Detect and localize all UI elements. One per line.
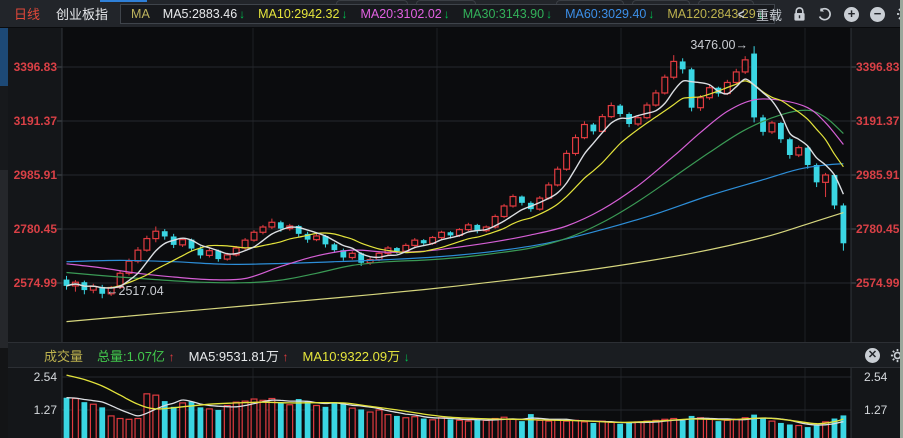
ma30-value: MA30:3143.90 ↓ <box>463 7 552 21</box>
left-edge-panel <box>0 28 8 86</box>
volume-axis-label: 1.27 <box>0 402 57 418</box>
price-axis-label: 2985.91 <box>0 167 57 183</box>
ma60-value: MA60:3029.40 ↓ <box>565 7 654 21</box>
ghost-tab <box>336 0 408 4</box>
volume-ma10: MA10:9322.09万 ↓ <box>303 346 410 365</box>
price-axis-label: 3191.37 <box>856 113 899 129</box>
left-edge-panel <box>0 348 8 438</box>
lock-icon[interactable] <box>793 7 806 22</box>
price-axis-label: 2780.45 <box>856 221 899 237</box>
volume-title: 成交量 <box>44 346 83 365</box>
volume-axis-label: 2.54 <box>864 369 887 385</box>
toolbar-actions: < 重载 + − <box>737 0 903 28</box>
zoom-in-icon[interactable]: + <box>844 7 859 22</box>
trading-app-window: 日线 创业板指 MA MA5:2883.46 ↓ MA10:2942.32 ↓ … <box>0 0 903 438</box>
annotation-high: 3476.00→ <box>640 38 748 52</box>
zoom-out-icon[interactable]: − <box>870 7 885 22</box>
ghost-tab <box>556 0 624 4</box>
volume-ma5: MA5:9531.81万 ↑ <box>189 346 289 365</box>
reload-button[interactable]: 重载 <box>756 5 782 24</box>
tab-period-daily[interactable]: 日线 <box>14 4 40 23</box>
chart-toolbar: 日线 创业板指 MA MA5:2883.46 ↓ MA10:2942.32 ↓ … <box>0 0 903 28</box>
down-arrow-icon: ↓ <box>404 350 410 364</box>
volume-header: 成交量 总量:1.07亿 ↑ MA5:9531.81万 ↑ MA10:9322.… <box>0 342 903 368</box>
price-axis-label: 2780.45 <box>0 221 57 237</box>
up-arrow-icon: ↑ <box>283 350 289 364</box>
down-arrow-icon: ↓ <box>341 7 347 21</box>
volume-axis-label: 1.27 <box>864 402 887 418</box>
down-arrow-icon: ↓ <box>239 7 245 21</box>
ghost-tab <box>416 0 476 4</box>
volume-axis-label: 2.54 <box>0 369 57 385</box>
close-panel-icon[interactable]: ✕ <box>865 348 880 363</box>
undo-icon[interactable] <box>817 7 833 22</box>
down-arrow-icon: ↓ <box>546 7 552 21</box>
volume-panel-actions: ✕ <box>865 343 897 367</box>
down-arrow-icon: ↓ <box>444 7 450 21</box>
left-edge-panel <box>0 86 8 170</box>
price-axis-label: 2574.99 <box>0 275 57 291</box>
ma-legend: MA MA5:2883.46 ↓ MA10:2942.32 ↓ MA20:310… <box>120 4 775 24</box>
collapse-legend-icon[interactable]: < <box>738 6 745 22</box>
active-tab-indicator <box>100 0 147 2</box>
ma10-value: MA10:2942.32 ↓ <box>258 7 347 21</box>
ma5-value: MA5:2883.46 ↓ <box>163 7 245 21</box>
ma-legend-title: MA <box>131 7 150 21</box>
price-axis-label: 2574.99 <box>856 275 899 291</box>
annotation-low: ←2517.04 <box>106 284 164 298</box>
ma20-value: MA20:3102.02 ↓ <box>360 7 449 21</box>
volume-chart[interactable] <box>0 368 903 438</box>
tab-symbol-chinext[interactable]: 创业板指 <box>56 4 108 23</box>
up-arrow-icon: ↑ <box>169 350 175 364</box>
ghost-tab <box>632 0 690 4</box>
volume-total: 总量:1.07亿 ↑ <box>97 346 175 365</box>
left-edge-panel <box>0 170 8 348</box>
price-axis-label: 2985.91 <box>856 167 899 183</box>
down-arrow-icon: ↓ <box>648 7 654 21</box>
price-axis-label: 3396.83 <box>0 59 57 75</box>
price-axis-label: 3191.37 <box>0 113 57 129</box>
price-axis-label: 3396.83 <box>856 59 899 75</box>
